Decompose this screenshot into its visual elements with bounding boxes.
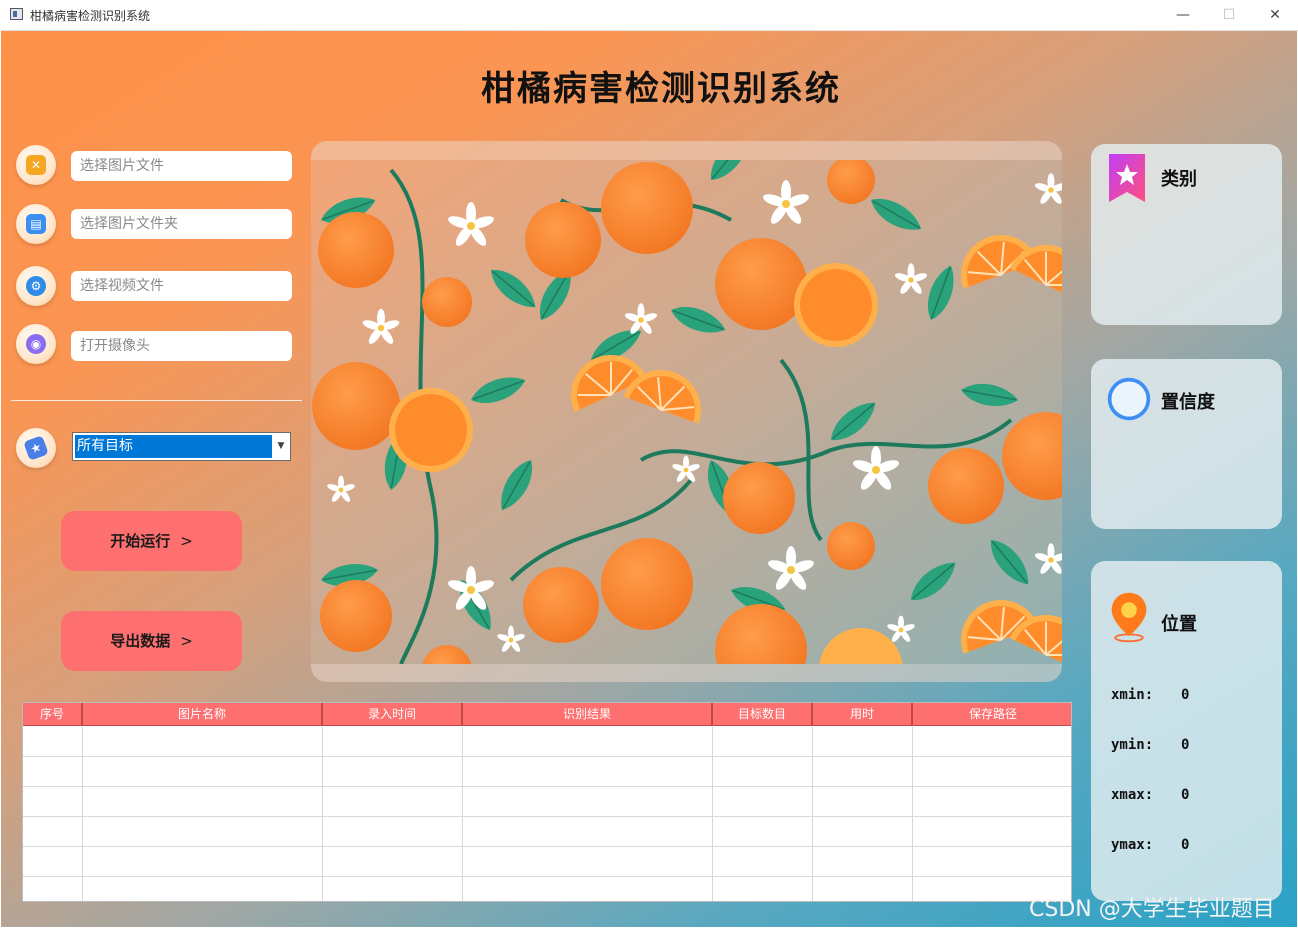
main-panel: 柑橘病害检测识别系统 ✕ 选择图片文件 ▤ 选择图片文件夹 ⚙ 选择视频文件 ◉… [1, 31, 1297, 927]
column-divider [712, 727, 713, 901]
results-table[interactable]: 序号 图片名称 录入时间 识别结果 目标数目 用时 保存路径 [22, 702, 1072, 902]
confidence-ring-icon [1107, 377, 1151, 421]
app-title: 柑橘病害检测识别系统 [481, 69, 841, 109]
xmax-label: xmax: [1111, 787, 1154, 803]
image-file-input[interactable]: 选择图片文件 [71, 151, 292, 181]
xmin-label: xmin: [1111, 687, 1154, 703]
confidence-label: 置信度 [1161, 392, 1215, 413]
camera-input[interactable]: 打开摄像头 [71, 331, 292, 361]
chevron-right-icon: > [180, 632, 193, 650]
ymin-label: ymin: [1111, 737, 1154, 753]
table-row[interactable] [23, 727, 1071, 757]
category-label: 类别 [1161, 169, 1197, 190]
chevron-down-icon[interactable]: ▼ [274, 436, 288, 457]
export-button[interactable]: 导出数据 > [61, 611, 242, 671]
column-divider [322, 727, 323, 901]
close-button[interactable]: ✕ [1252, 0, 1298, 30]
table-row[interactable] [23, 757, 1071, 787]
ymin-value: 0 [1181, 737, 1190, 753]
citrus-pattern-image [311, 160, 1062, 664]
column-header-save-path[interactable]: 保存路径 [913, 703, 1071, 726]
video-file-input[interactable]: 选择视频文件 [71, 271, 292, 301]
minimize-button[interactable]: — [1160, 0, 1206, 30]
column-divider [82, 727, 83, 901]
tag-icon: ★ [16, 428, 56, 468]
position-label: 位置 [1161, 614, 1197, 635]
window-titlebar: 柑橘病害检测识别系统 — ☐ ✕ [0, 0, 1298, 31]
folder-icon[interactable]: ▤ [16, 204, 56, 244]
location-pin-icon [1111, 592, 1147, 643]
start-button-label: 开始运行 [110, 532, 171, 550]
image-display [311, 141, 1062, 682]
category-card: 类别 [1091, 144, 1282, 325]
app-icon [10, 8, 23, 20]
chevron-right-icon: > [180, 532, 193, 550]
start-button[interactable]: 开始运行 > [61, 511, 242, 571]
xmax-value: 0 [1181, 787, 1190, 803]
export-button-label: 导出数据 [110, 632, 171, 650]
bookmark-star-icon [1109, 154, 1145, 202]
table-header: 序号 图片名称 录入时间 识别结果 目标数目 用时 保存路径 [23, 703, 1071, 727]
table-row[interactable] [23, 817, 1071, 847]
xmin-value: 0 [1181, 687, 1190, 703]
column-header-count[interactable]: 目标数目 [713, 703, 813, 726]
csdn-watermark: CSDN @大学生毕业题目 [1029, 897, 1275, 922]
column-header-duration[interactable]: 用时 [813, 703, 913, 726]
ymax-value: 0 [1181, 837, 1190, 853]
window-title: 柑橘病害检测识别系统 [30, 9, 151, 23]
camera-icon[interactable]: ◉ [16, 324, 56, 364]
column-header-time[interactable]: 录入时间 [323, 703, 463, 726]
column-header-index[interactable]: 序号 [23, 703, 83, 726]
target-select[interactable]: 所有目标 ▼ [72, 432, 291, 461]
confidence-card: 置信度 [1091, 359, 1282, 529]
column-header-result[interactable]: 识别结果 [463, 703, 713, 726]
sidebar-divider [11, 400, 302, 401]
image-file-icon[interactable]: ✕ [16, 145, 56, 185]
video-reel-icon[interactable]: ⚙ [16, 266, 56, 306]
ymax-label: ymax: [1111, 837, 1154, 853]
table-row[interactable] [23, 877, 1071, 901]
column-divider [812, 727, 813, 901]
position-card: 位置 xmin: 0 ymin: 0 xmax: 0 ymax: 0 [1091, 561, 1282, 901]
column-header-image-name[interactable]: 图片名称 [83, 703, 323, 726]
target-select-value: 所有目标 [75, 435, 272, 458]
maximize-button[interactable]: ☐ [1206, 0, 1252, 30]
table-row[interactable] [23, 787, 1071, 817]
column-divider [912, 727, 913, 901]
table-row[interactable] [23, 847, 1071, 877]
image-folder-input[interactable]: 选择图片文件夹 [71, 209, 292, 239]
column-divider [462, 727, 463, 901]
